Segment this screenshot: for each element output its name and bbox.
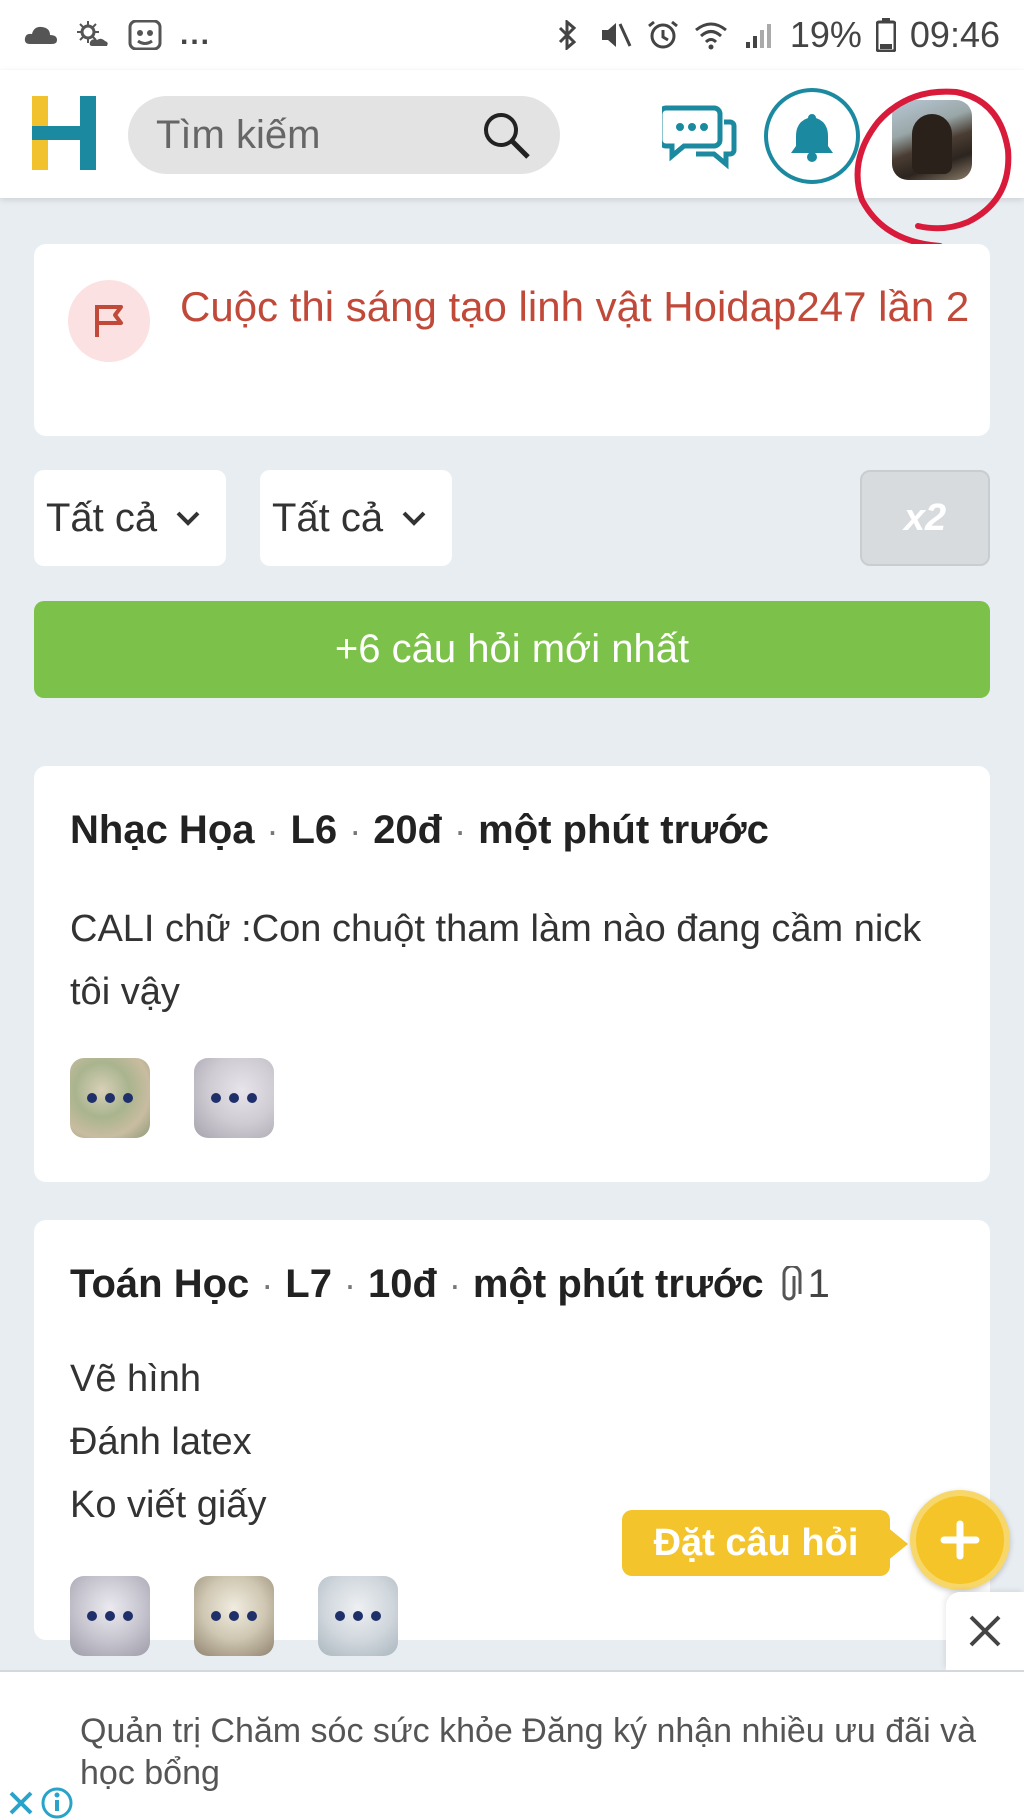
question-time: một phút trước [472, 1262, 764, 1306]
bell-icon [791, 114, 833, 162]
answerer-avatar-typing[interactable] [318, 1576, 398, 1656]
search-icon[interactable] [480, 109, 532, 161]
flag-icon [68, 280, 150, 362]
question-body-line: Ko viết giấy [70, 1484, 267, 1526]
attachment-count: 1 [807, 1262, 830, 1306]
answerer-avatar-typing[interactable] [194, 1058, 274, 1138]
chat-icon[interactable] [662, 102, 738, 172]
search-box[interactable] [128, 96, 560, 174]
question-grade: L7 [285, 1262, 332, 1306]
weather-icon [77, 21, 108, 46]
typing-indicator-icon [87, 1093, 133, 1103]
question-card[interactable]: Toán Học · L7 · 10đ · một phút trước 1 V… [34, 1220, 990, 1656]
ask-question-button[interactable] [910, 1490, 1010, 1590]
plus-icon [940, 1520, 980, 1560]
chevron-down-icon [402, 511, 426, 526]
app-notification-icon [128, 20, 162, 50]
mute-icon [601, 23, 632, 47]
hoidap-logo[interactable] [32, 96, 98, 170]
answerer-avatar-typing[interactable] [70, 1576, 150, 1656]
subject-filter-label: Tất cả [46, 495, 158, 540]
question-body[interactable]: Vẽ hình Đánh latex Ko viết giấy [70, 1348, 670, 1537]
typing-indicator-icon [87, 1611, 133, 1621]
ad-banner[interactable]: Quản trị Chăm sóc sức khỏe Đăng ký nhận … [0, 1670, 1024, 1820]
status-bar: ... 19% 09:46 [0, 0, 1024, 70]
question-body[interactable]: CALI chữ :Con chuột tham làm nào đang cầ… [70, 898, 950, 1024]
question-subject[interactable]: Nhạc Họa [70, 808, 255, 853]
answerer-avatar-typing[interactable] [194, 1576, 274, 1656]
question-meta: Toán Học · L7 · 10đ · một phút trước 1 [70, 1262, 830, 1307]
contest-title[interactable]: Cuộc thi sáng tạo linh vật Hoidap247 lần… [180, 276, 970, 338]
question-body-line: Đánh latex [70, 1421, 252, 1463]
cloud-icon [24, 26, 57, 44]
question-grade: L6 [290, 808, 338, 852]
new-questions-button[interactable]: +6 câu hỏi mới nhất [34, 601, 990, 698]
typing-indicator-icon [211, 1611, 257, 1621]
x2-points-toggle[interactable]: x2 [860, 470, 990, 566]
battery-percent: 19% [789, 14, 862, 55]
notifications-button[interactable] [764, 88, 860, 184]
grade-filter-dropdown[interactable]: Tất cả [260, 470, 452, 566]
ad-info-icon[interactable] [40, 1786, 74, 1820]
paperclip-icon [782, 1265, 802, 1300]
search-input[interactable] [156, 112, 476, 158]
battery-icon [875, 18, 896, 52]
subject-filter-dropdown[interactable]: Tất cả [34, 470, 226, 566]
attachment-indicator: 1 [776, 1262, 830, 1307]
user-avatar[interactable] [892, 100, 972, 180]
ad-text[interactable]: Quản trị Chăm sóc sức khỏe Đăng ký nhận … [80, 1710, 1010, 1794]
more-notifications-indicator: ... [180, 18, 212, 51]
typing-indicator-icon [211, 1093, 257, 1103]
ask-question-label-pointer [886, 1526, 908, 1562]
answerer-avatar-typing[interactable] [70, 1058, 150, 1138]
contest-banner[interactable]: Cuộc thi sáng tạo linh vật Hoidap247 lần… [34, 244, 990, 436]
bluetooth-icon [558, 20, 577, 50]
clock: 09:46 [909, 14, 1000, 55]
ad-close-button[interactable] [946, 1592, 1024, 1670]
wifi-icon [694, 22, 727, 50]
question-card[interactable]: Nhạc Họa · L6 · 20đ · một phút trước CAL… [34, 766, 990, 1182]
ad-choices-badge[interactable] [0, 1784, 74, 1820]
question-time: một phút trước [478, 808, 769, 852]
question-body-line: Vẽ hình [70, 1358, 201, 1400]
alarm-icon [647, 20, 678, 49]
signal-icon [745, 24, 771, 48]
close-icon [969, 1615, 1001, 1647]
question-meta: Nhạc Họa · L6 · 20đ · một phút trước [70, 808, 769, 853]
question-points: 10đ [367, 1262, 437, 1306]
typing-indicator-icon [335, 1611, 381, 1621]
question-points: 20đ [373, 808, 443, 852]
chevron-down-icon [176, 511, 200, 526]
grade-filter-label: Tất cả [272, 495, 384, 540]
question-subject[interactable]: Toán Học [70, 1262, 249, 1307]
ask-question-label[interactable]: Đặt câu hỏi [622, 1510, 890, 1576]
top-header [0, 70, 1024, 198]
ad-close-x-icon[interactable] [6, 1788, 36, 1818]
